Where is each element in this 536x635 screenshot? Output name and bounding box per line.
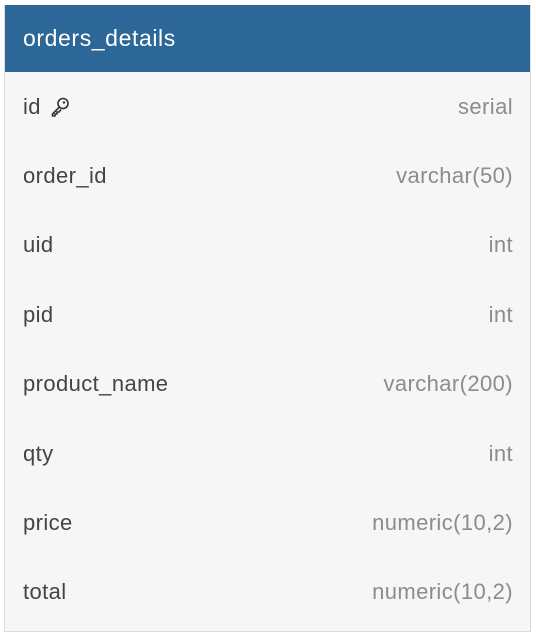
column-type: numeric(10,2): [372, 579, 513, 605]
key-icon: [49, 96, 71, 118]
column-type: int: [488, 232, 513, 258]
column-type: varchar(200): [383, 371, 513, 397]
column-list: id serial order_id varchar(50) uid int p…: [5, 72, 530, 627]
column-name: uid: [23, 232, 54, 258]
column-name: qty: [23, 440, 54, 466]
column-type: int: [488, 301, 513, 327]
column-row-order-id[interactable]: order_id varchar(50): [5, 141, 530, 210]
column-name: price: [23, 510, 73, 536]
column-type: numeric(10,2): [372, 510, 513, 536]
column-row-id[interactable]: id serial: [5, 72, 530, 141]
column-row-uid[interactable]: uid int: [5, 211, 530, 280]
column-name: total: [23, 579, 67, 605]
table-title[interactable]: orders_details: [5, 5, 530, 72]
column-row-product-name[interactable]: product_name varchar(200): [5, 350, 530, 419]
column-name-cell: id: [23, 94, 71, 120]
column-row-total[interactable]: total numeric(10,2): [5, 558, 530, 627]
column-name: order_id: [23, 163, 107, 189]
column-name: pid: [23, 301, 54, 327]
column-name: product_name: [23, 371, 169, 397]
column-type: int: [488, 440, 513, 466]
column-row-pid[interactable]: pid int: [5, 280, 530, 349]
column-type: serial: [458, 93, 513, 119]
column-type: varchar(50): [396, 163, 513, 189]
column-name: id: [23, 93, 41, 119]
column-row-price[interactable]: price numeric(10,2): [5, 488, 530, 557]
column-row-qty[interactable]: qty int: [5, 419, 530, 488]
orders-details-table[interactable]: orders_details id serial order_id varcha…: [4, 5, 531, 632]
